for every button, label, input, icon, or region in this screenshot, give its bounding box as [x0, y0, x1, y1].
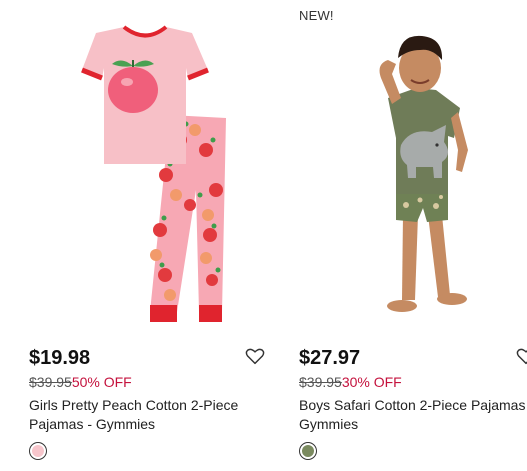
- color-swatch[interactable]: [29, 442, 47, 460]
- heart-outline-icon[interactable]: [516, 347, 527, 365]
- original-price: $39.95: [299, 374, 342, 390]
- product-name-link[interactable]: Girls Pretty Peach Cotton 2-Piece Pajama…: [29, 396, 269, 434]
- discount-label: 50% OFF: [71, 374, 132, 390]
- pajama-set-illustration: [81, 25, 226, 322]
- product-card-boys-safari-pajamas[interactable]: NEW! $27.97 $39.9530% OFF Boys Safari Co…: [270, 0, 527, 471]
- color-swatch[interactable]: [299, 442, 317, 460]
- boy-in-pajamas-photo: [379, 35, 468, 312]
- original-price: $39.95: [29, 374, 72, 390]
- product-image-girls-peach-pajamas[interactable]: [0, 0, 270, 335]
- swatch-fill: [32, 445, 44, 457]
- sale-price: $27.97: [299, 347, 361, 369]
- price-details: $39.9550% OFF: [29, 374, 132, 390]
- discount-label: 30% OFF: [341, 374, 402, 390]
- product-image-boys-safari-pajamas[interactable]: [270, 0, 527, 335]
- swatch-fill: [302, 445, 314, 457]
- sale-price: $19.98: [29, 347, 91, 369]
- product-card-girls-peach-pajamas[interactable]: $19.98 $39.9550% OFF Girls Pretty Peach …: [0, 0, 270, 471]
- new-badge: NEW!: [299, 8, 334, 23]
- price-details: $39.9530% OFF: [299, 374, 402, 390]
- product-name-link[interactable]: Boys Safari Cotton 2-Piece Pajamas - Gym…: [299, 396, 527, 434]
- heart-outline-icon[interactable]: [245, 347, 265, 365]
